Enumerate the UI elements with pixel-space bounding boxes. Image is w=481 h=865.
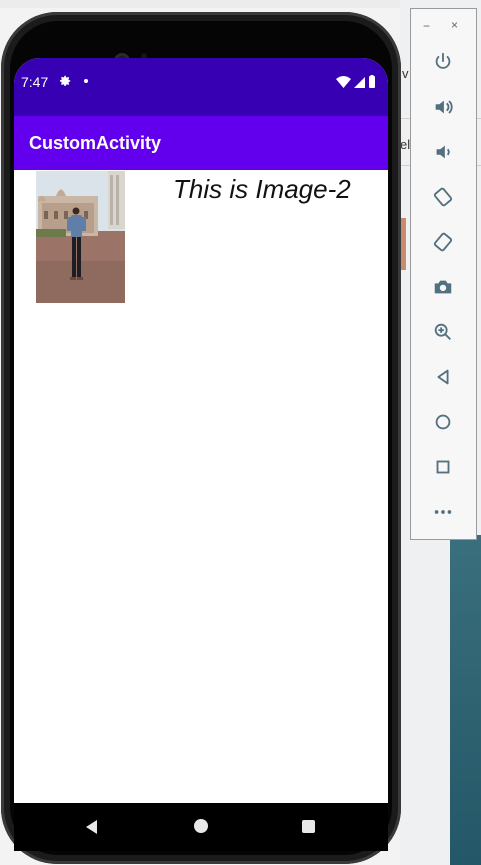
power-button[interactable] — [431, 50, 455, 74]
emulator-minimize-button[interactable]: − — [423, 19, 430, 33]
rotate-left-button[interactable] — [431, 185, 455, 209]
screenshot-button[interactable] — [431, 275, 455, 299]
settings-gear-icon — [59, 75, 71, 87]
background-text: el — [400, 137, 411, 152]
emulator-close-button[interactable]: × — [451, 18, 458, 32]
battery-icon — [369, 76, 375, 88]
zoom-button[interactable] — [431, 320, 455, 344]
wifi-icon — [336, 76, 351, 88]
emulator-toolbar: − × — [410, 8, 477, 540]
overview-button[interactable] — [431, 455, 455, 479]
back-icon — [437, 369, 449, 385]
rotate-right-button[interactable] — [431, 230, 455, 254]
zoom-icon — [434, 323, 451, 340]
signal-battery-icons — [336, 75, 375, 88]
home-icon — [435, 414, 451, 430]
volume-up-button[interactable] — [431, 95, 455, 119]
nav-recents-icon[interactable] — [302, 820, 315, 833]
home-button[interactable] — [431, 410, 455, 434]
cell-signal-icon — [354, 77, 365, 88]
more-button[interactable] — [431, 500, 455, 524]
volume-down-icon — [436, 145, 450, 159]
status-time: 7:47 — [21, 74, 49, 90]
overview-icon — [436, 460, 450, 474]
power-icon — [435, 52, 451, 69]
background-text: v — [402, 66, 409, 81]
photo-image — [36, 171, 125, 303]
rotate-left-icon — [433, 187, 453, 207]
notification-dot-icon — [84, 79, 88, 83]
more-icon — [434, 510, 452, 514]
status-bar: 7:47 — [14, 58, 388, 116]
navigation-bar — [14, 803, 388, 851]
device-screen: 7:47 CustomActivity This is Image-2 — [14, 58, 388, 803]
rotate-right-icon — [433, 232, 453, 252]
nav-back-icon[interactable] — [84, 819, 100, 835]
camera-icon — [434, 280, 452, 294]
background-panel — [450, 535, 481, 865]
volume-up-icon — [435, 100, 453, 114]
image-caption: This is Image-2 — [173, 174, 351, 204]
app-bar: CustomActivity — [14, 116, 388, 170]
nav-home-icon[interactable] — [194, 819, 208, 833]
content-photo — [36, 171, 125, 303]
app-title: CustomActivity — [29, 133, 162, 153]
volume-down-button[interactable] — [431, 140, 455, 164]
back-button[interactable] — [431, 365, 455, 389]
